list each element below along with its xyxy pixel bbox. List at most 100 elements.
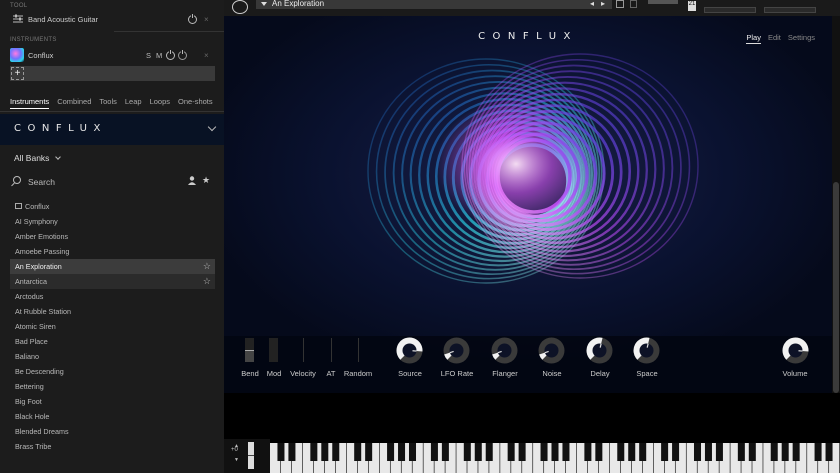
space-knob[interactable] [633,337,660,364]
volume-knob[interactable] [782,337,809,364]
piano-keyboard[interactable] [270,443,840,473]
instrument-header: An Exploration ◂ ▸ 21 [224,0,840,16]
list-item[interactable]: Amber Emotions [10,229,215,244]
preset-label: AI Symphony [15,217,58,226]
tab-combined[interactable]: Combined [57,97,91,109]
black-key [288,443,296,461]
black-key [825,443,833,461]
octave-value: +0 [231,447,238,453]
tab-edit[interactable]: Edit [768,33,781,44]
list-item[interactable]: Arctodus [10,289,215,304]
scrollbar[interactable] [832,16,840,393]
black-key [672,443,680,461]
list-item[interactable]: At Rubble Station [10,304,215,319]
black-key [485,443,493,461]
list-item-selected[interactable]: An Exploration ☆ [10,259,215,274]
black-key [617,443,625,461]
list-item[interactable]: Amoebe Passing [10,244,215,259]
tab-leap[interactable]: Leap [125,97,142,109]
instrument-power-icon[interactable] [166,50,175,60]
preset-label: Amoebe Passing [15,247,70,256]
tool-row[interactable]: Band Acoustic Guitar × [0,12,224,28]
tune-control[interactable] [648,0,678,4]
user-icon[interactable] [188,176,196,185]
preset-label: Bad Place [15,337,48,346]
black-key [332,443,340,461]
product-selector[interactable]: CONFLUX [0,114,224,145]
list-item[interactable]: Black Hole [10,409,215,424]
search-input[interactable] [28,175,178,188]
save-icon[interactable] [616,0,624,8]
black-key [628,443,636,461]
komplete-logo-icon[interactable] [232,0,248,14]
list-item[interactable]: Blended Dreams [10,424,215,439]
tab-loops[interactable]: Loops [150,97,170,109]
source-knob[interactable] [396,337,423,364]
tool-power-icon[interactable] [188,14,197,24]
space-label: Space [636,369,658,378]
random-label: Random [343,369,373,378]
octave-down-icon[interactable]: ▼ [234,457,239,463]
preset-selector[interactable]: An Exploration ◂ ▸ [256,0,612,9]
instrument-close-icon[interactable]: × [204,51,209,60]
volume-label: Volume [782,369,808,378]
scrollbar-thumb[interactable] [833,182,839,393]
preset-label: Black Hole [15,412,50,421]
favorites-star-icon[interactable]: ★ [202,176,210,185]
tab-tools[interactable]: Tools [99,97,117,109]
library-header[interactable]: Conflux [10,199,215,214]
star-icon[interactable]: ☆ [203,274,211,289]
bend-slider[interactable] [245,338,254,362]
flanger-knob[interactable] [491,337,518,364]
next-preset-button[interactable]: ▸ [601,0,605,8]
pitch-wheel[interactable] [248,442,254,469]
mod-slider[interactable] [269,338,278,362]
divider [114,31,224,32]
preset-label: Baliano [15,352,39,361]
lfo-rate-label: LFO Rate [440,369,474,378]
flanger-label: Flanger [492,369,518,378]
list-item[interactable]: Bad Place [10,334,215,349]
mute-button[interactable]: M [156,51,162,60]
add-instrument-button[interactable]: + [11,67,24,80]
volume-fader[interactable] [764,7,816,13]
bend-label: Bend [241,369,259,378]
black-key [398,443,406,461]
trash-icon[interactable] [630,0,637,8]
tab-play[interactable]: Play [746,33,761,44]
preset-label: Big Foot [15,397,42,406]
preset-label: Blended Dreams [15,427,69,436]
lfo-rate-knob[interactable] [443,337,470,364]
instrument-info-icon[interactable] [178,50,187,60]
tabs-divider [0,111,224,112]
tab-one-shots[interactable]: One-shots [178,97,213,109]
instrument-slot[interactable]: Conflux S M × [0,47,224,64]
tool-name: Band Acoustic Guitar [28,15,99,24]
list-item[interactable]: Antarctica ☆ [10,274,215,289]
list-item[interactable]: AI Symphony [10,214,215,229]
delay-label: Delay [590,369,610,378]
tool-close-icon[interactable]: × [204,15,209,24]
tab-instruments[interactable]: Instruments [10,97,50,109]
prev-preset-button[interactable]: ◂ [590,0,594,8]
list-item[interactable]: Baliano [10,349,215,364]
list-item[interactable]: Bettering [10,379,215,394]
star-icon[interactable]: ☆ [203,259,211,274]
midi-channel-badge[interactable]: 21 [688,1,696,11]
delay-knob[interactable] [586,337,613,364]
preset-label: Brass Tribe [15,442,52,451]
black-key [518,443,526,461]
browser-tabs: Instruments Combined Tools Leap Loops On… [10,97,213,109]
black-key [441,443,449,461]
black-key [737,443,745,461]
list-item[interactable]: Be Descending [10,364,215,379]
noise-knob[interactable] [538,337,565,364]
black-key [387,443,395,461]
list-item[interactable]: Big Foot [10,394,215,409]
list-item[interactable]: Atomic Siren [10,319,215,334]
solo-button[interactable]: S [146,51,151,60]
list-item[interactable]: Brass Tribe [10,439,215,454]
tab-settings[interactable]: Settings [788,33,815,44]
instruments-section-label: INSTRUMENTS [10,37,57,43]
banks-dropdown[interactable]: All Banks [14,153,49,163]
